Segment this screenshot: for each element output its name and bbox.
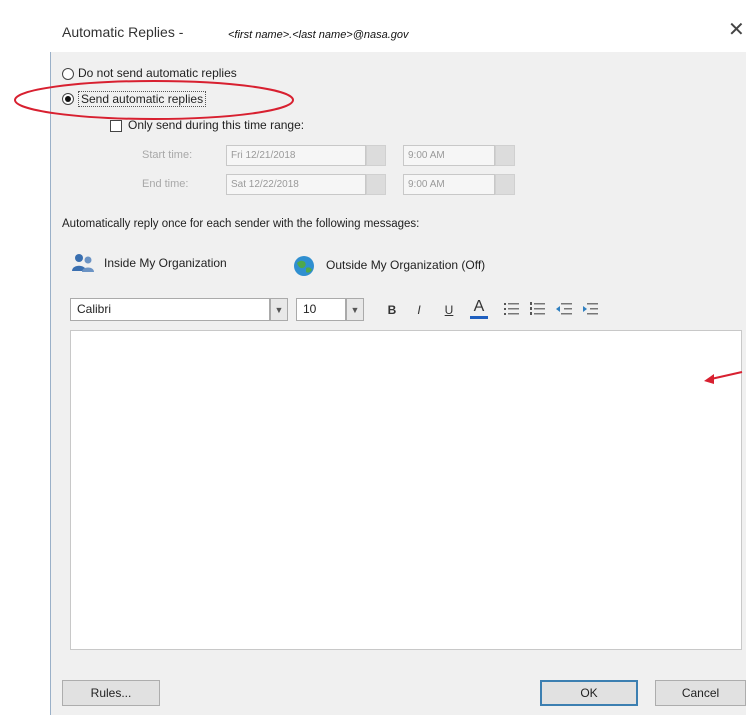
highlight-ellipse [14,80,294,120]
annotation-overlay [14,80,743,384]
pointer-arrow [710,371,743,380]
pointer-arrowhead [704,374,714,384]
